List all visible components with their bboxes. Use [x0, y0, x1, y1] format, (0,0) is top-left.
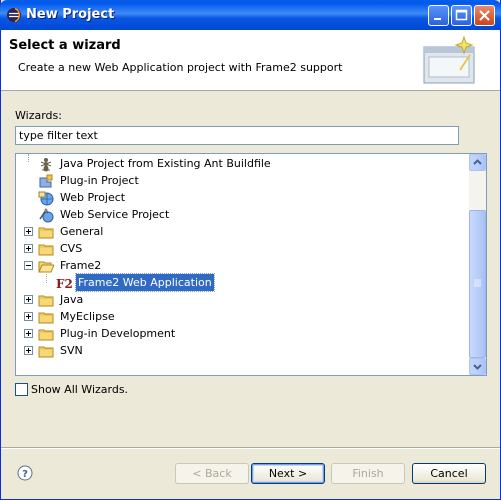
folder-icon — [38, 227, 54, 239]
wizard-tree[interactable]: Java Project from Existing Ant Buildfile… — [15, 153, 487, 376]
help-icon[interactable]: ? — [17, 465, 33, 481]
tree-item-label: Plug-in Development — [60, 327, 176, 340]
new-project-dialog: New Project Select a wizard Create a new… — [0, 0, 501, 500]
expand-icon[interactable] — [24, 227, 33, 236]
separator — [1, 447, 500, 449]
tree-item-label: Frame2 — [60, 259, 102, 272]
finish-button[interactable]: Finish — [331, 463, 405, 484]
wizard-header: Select a wizard Create a new Web Applica… — [1, 30, 500, 91]
folder-open-icon — [38, 261, 54, 273]
expand-icon[interactable] — [24, 312, 33, 321]
eclipse-icon — [7, 7, 21, 23]
expand-icon[interactable] — [24, 295, 33, 304]
minimize-button[interactable] — [428, 5, 449, 26]
tree-item-label: Web Project — [60, 191, 126, 204]
back-button[interactable]: < Back — [175, 463, 249, 484]
maximize-icon — [455, 9, 468, 21]
folder-icon — [38, 346, 54, 358]
window-title: New Project — [26, 7, 115, 22]
tree-item-label: Java — [60, 293, 84, 306]
wizard-banner-icon — [423, 35, 475, 84]
cancel-button[interactable]: Cancel — [412, 463, 486, 484]
tree-item-label: Web Service Project — [60, 208, 170, 221]
close-icon — [479, 10, 490, 21]
folder-icon — [38, 244, 54, 256]
svg-text:?: ? — [22, 469, 28, 480]
filter-input[interactable] — [15, 126, 459, 145]
svg-text:F2: F2 — [56, 277, 72, 291]
plugin-project-icon — [39, 174, 53, 188]
collapse-icon[interactable] — [24, 261, 33, 270]
minimize-icon — [434, 18, 441, 20]
tree-item-label: SVN — [60, 344, 83, 357]
web-service-icon — [39, 208, 54, 223]
close-button[interactable] — [474, 5, 495, 26]
vertical-scrollbar[interactable] — [469, 154, 486, 375]
show-all-checkbox[interactable] — [15, 383, 28, 396]
scroll-down-button[interactable] — [469, 358, 486, 375]
folder-icon — [38, 329, 54, 341]
expand-icon[interactable] — [24, 329, 33, 338]
tree-item-label: CVS — [60, 242, 83, 255]
page-description: Create a new Web Application project wit… — [18, 61, 343, 74]
tree-item-label: MyEclipse — [60, 310, 115, 323]
tree-item-label: Frame2 Web Application — [75, 273, 215, 292]
next-button[interactable]: Next > — [251, 463, 325, 484]
page-title: Select a wizard — [9, 38, 121, 53]
title-bar[interactable]: New Project — [0, 0, 501, 30]
web-project-icon — [38, 191, 54, 206]
f2-icon: F2 — [56, 277, 72, 291]
tree-item-label: Plug-in Project — [60, 174, 139, 187]
chevron-up-icon — [473, 159, 482, 165]
grip-icon — [474, 279, 481, 287]
tree-line — [28, 154, 29, 162]
scroll-thumb[interactable] — [469, 210, 486, 358]
maximize-button[interactable] — [451, 5, 472, 26]
folder-icon — [38, 312, 54, 324]
tree-item-label: Java Project from Existing Ant Buildfile — [60, 157, 271, 170]
expand-icon[interactable] — [24, 346, 33, 355]
ant-icon — [40, 158, 52, 172]
tree-line — [46, 274, 47, 283]
expand-icon[interactable] — [24, 244, 33, 253]
folder-icon — [38, 295, 54, 307]
wizards-label: Wizards: — [15, 109, 62, 122]
show-all-label: Show All Wizards. — [31, 383, 129, 396]
chevron-down-icon — [473, 364, 482, 370]
tree-item-label: General — [60, 225, 104, 238]
scroll-up-button[interactable] — [469, 154, 486, 171]
